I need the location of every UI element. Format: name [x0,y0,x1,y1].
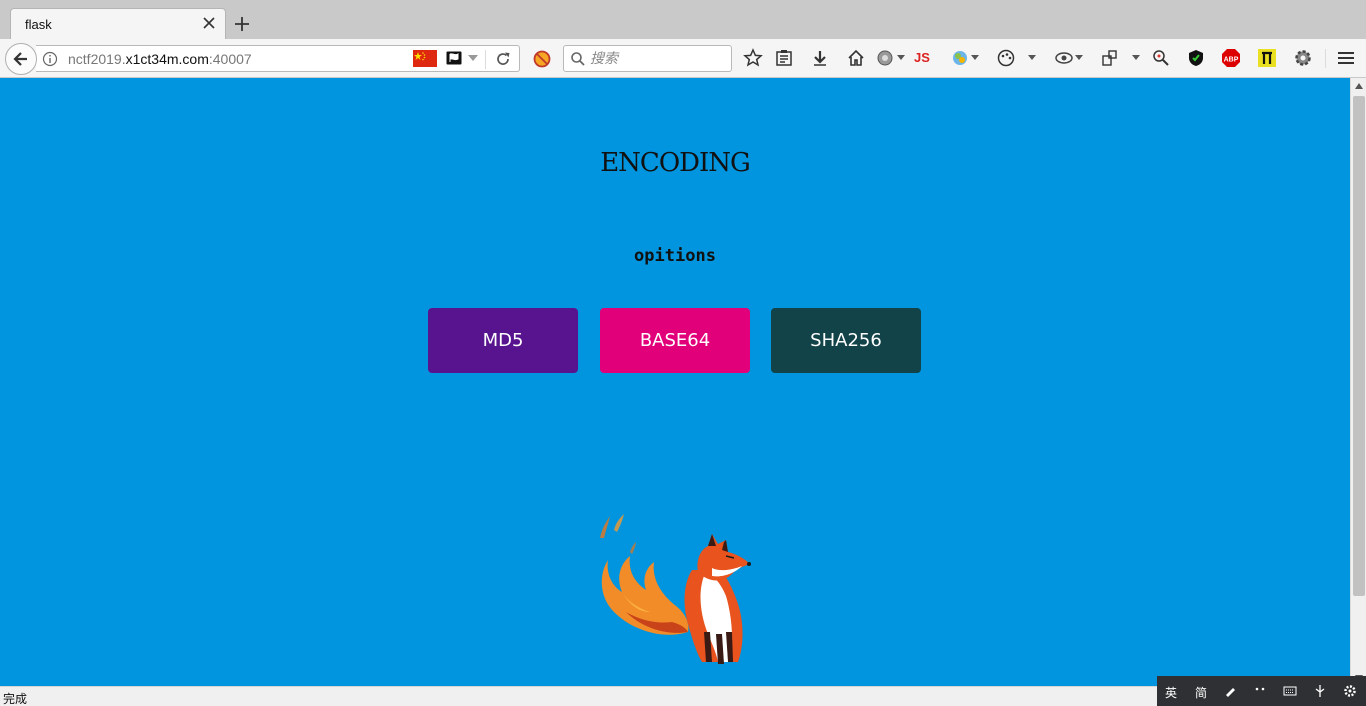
page-title: ENCODING [600,148,751,178]
home-icon[interactable] [846,48,866,68]
new-tab-icon[interactable] [232,14,252,34]
md5-button[interactable]: MD5 [428,308,578,373]
search-input[interactable] [590,49,728,69]
ime-keyboard-icon[interactable] [1283,684,1297,698]
chevron-down-icon[interactable] [1028,55,1036,61]
sha256-button[interactable]: SHA256 [771,308,921,373]
ime-split-icon[interactable] [1313,684,1327,698]
tab-flask[interactable]: flask [10,8,226,39]
globe-icon[interactable] [876,48,896,68]
ime-punct-icon[interactable] [1253,684,1267,698]
search-icon [571,52,585,66]
status-text: 完成 [3,692,28,706]
url-bar[interactable]: nctf2019.x1ct34m.com:40007 [36,45,520,72]
url-text[interactable]: nctf2019.x1ct34m.com:40007 [68,51,252,67]
share-icon[interactable] [1100,48,1120,68]
tab-strip: flask [0,0,1366,39]
eye-icon[interactable] [1054,48,1074,68]
ime-settings-icon[interactable] [1343,684,1357,698]
base64-button[interactable]: BASE64 [600,308,750,373]
back-button[interactable] [5,43,37,75]
url-prefix: nctf2019. [68,51,126,67]
url-host: x1ct34m.com [125,51,209,67]
scroll-thumb[interactable] [1353,96,1365,596]
china-flag-icon[interactable] [413,50,437,67]
back-arrow-icon [13,52,27,66]
addon-pi-icon[interactable] [1257,48,1277,68]
download-icon[interactable] [810,48,830,68]
info-icon[interactable] [42,51,58,67]
shield-icon[interactable] [1186,48,1206,68]
fox-icon [600,514,751,664]
ime-brush-icon[interactable] [1223,684,1237,698]
vertical-scrollbar[interactable] [1350,78,1366,686]
js-addon-label[interactable]: JS [914,50,930,65]
translate-icon[interactable] [950,48,970,68]
tab-title: flask [25,17,52,32]
ime-lang-toggle[interactable]: 英 [1165,684,1177,701]
page-content: ENCODING opitions MD5 BASE64 SHA256 [0,78,1350,686]
menu-icon[interactable] [1336,48,1356,68]
chevron-down-icon[interactable] [1132,55,1140,61]
chevron-down-icon[interactable] [897,55,905,61]
chevron-down-icon[interactable] [467,52,479,64]
chevron-down-icon[interactable] [1075,55,1083,61]
ime-mode-toggle[interactable]: 简 [1195,684,1207,701]
nav-bar: nctf2019.x1ct34m.com:40007 搜索 JS ABP [0,39,1366,78]
url-suffix: :40007 [208,51,252,67]
divider [1325,49,1326,68]
ime-toolbar: 英 简 [1157,676,1366,706]
abp-icon[interactable]: ABP [1221,48,1241,68]
block-icon[interactable] [533,50,551,68]
gear-icon[interactable] [1293,48,1313,68]
palette-icon[interactable] [996,48,1016,68]
search-box[interactable] [563,45,732,72]
reader-icon[interactable] [774,48,794,68]
options-heading: opitions [634,246,716,266]
divider [485,50,486,69]
close-icon[interactable] [201,15,217,31]
svg-text:ABP: ABP [1224,57,1239,64]
bookmark-star-icon[interactable] [743,48,763,68]
page-flag-icon[interactable] [446,51,462,65]
reload-icon[interactable] [495,51,511,67]
chevron-down-icon[interactable] [971,55,979,61]
zoom-icon[interactable] [1151,48,1171,68]
scroll-up-icon[interactable] [1354,82,1364,90]
